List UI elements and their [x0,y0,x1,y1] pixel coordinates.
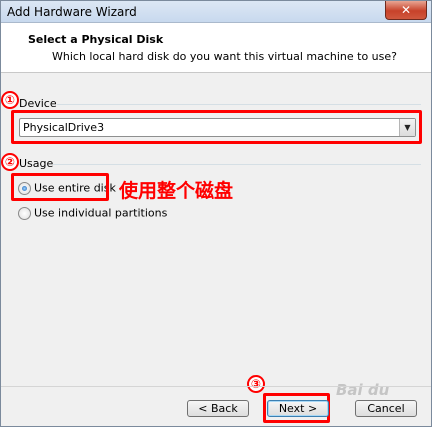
annotation-marker-3: ③ [247,375,265,393]
footer-divider [1,386,431,387]
annotation-marker-2: ② [1,153,19,171]
annotation-marker-1: ① [1,91,19,109]
annotation-note: 使用整个磁盘 [119,180,234,202]
watermark: Bai du [336,381,390,399]
page-subtitle: Which local hard disk do you want this v… [52,50,397,63]
usage-group-label: Usage [19,157,54,170]
device-group-label: Device [19,97,57,110]
page-title: Select a Physical Disk [28,33,164,46]
cancel-button[interactable]: Cancel [355,400,417,417]
device-group-divider [57,104,421,105]
close-button[interactable]: ✕ [385,1,427,20]
next-button[interactable]: Next > [267,400,329,417]
annotation-box-device [11,110,422,144]
window-title: Add Hardware Wizard [7,5,137,19]
wizard-window: Add Hardware Wizard ✕ Select a Physical … [0,0,432,427]
usage-group-divider [53,164,421,165]
annotation-box-usage [11,173,109,201]
wizard-header: Select a Physical Disk Which local hard … [1,23,431,73]
radio-use-individual-partitions[interactable]: Use individual partitions [18,206,167,220]
back-button[interactable]: < Back [187,400,249,417]
title-bar: Add Hardware Wizard ✕ [1,1,431,23]
radio-label-individual-partitions: Use individual partitions [34,206,168,220]
radio-unselected-icon[interactable] [18,206,31,220]
